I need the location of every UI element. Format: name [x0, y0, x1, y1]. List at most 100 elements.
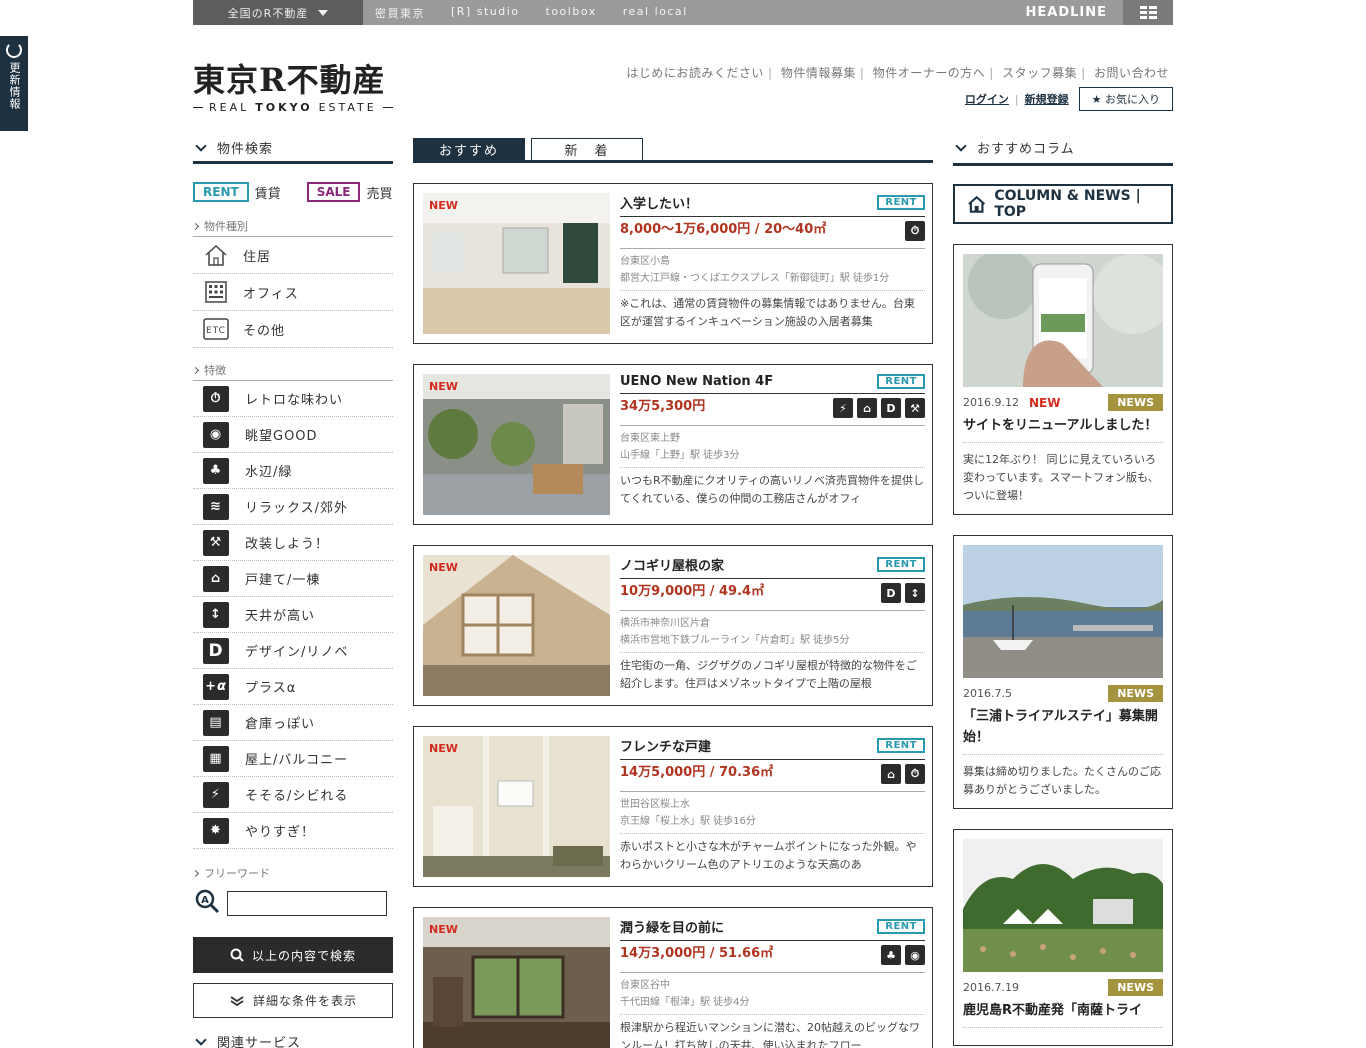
listing-list: NEW 入学したい！ RENT 8,000〜1万6,000円 / 20〜40㎡ … [413, 183, 933, 1048]
news-title[interactable]: 鹿児島R不動産発「南薩トライ [963, 1000, 1163, 1028]
news-date: 2016.7.5 [963, 687, 1012, 700]
listing-photo[interactable]: NEW [423, 555, 610, 696]
listing-description: 赤いポストと小さな木がチャームポイントになった外観。やわらかいクリーム色のアトリ… [620, 840, 917, 871]
headline-button[interactable]: HEADLINE [1026, 5, 1108, 20]
tree-icon: ♣ [203, 457, 229, 484]
feature-item-high-ceiling[interactable]: ↕ 天井が高い [193, 597, 393, 633]
listing-info: UENO New Nation 4F RENT 34万5,300円 ⚡ ⌂ D ⚒ 台… [620, 374, 925, 515]
news-card[interactable]: 2016.7.5 NEWS 「三浦トライアルステイ」募集開始！ 募集は締め切りま… [953, 535, 1173, 809]
news-body: 募集は締め切りました。たくさんのご応募ありがとうございました。 [963, 765, 1161, 796]
listing-title[interactable]: フレンチな戸建 [620, 736, 711, 755]
register-link[interactable]: 新規登録 [1025, 91, 1069, 107]
sale-toggle[interactable]: SALE [306, 182, 361, 202]
logo-jp: 東京R不動産 [193, 61, 386, 99]
new-badge: NEW [429, 380, 458, 393]
feature-item-green[interactable]: ♣ 水辺/緑 [193, 453, 393, 489]
search-sidebar: 物件検索 RENT 賃貸 SALE 売買 物件種別 住居 オフィス ETC その… [191, 138, 393, 1048]
sale-label: 売買 [366, 186, 393, 202]
news-badge: NEWS [1108, 394, 1163, 411]
listing-card[interactable]: NEW フレンチな戸建 RENT 14万5,000円 / 70.36㎡ ⌂ ⏱ 世… [413, 726, 933, 887]
feature-item-design[interactable]: D デザイン/リノベ [193, 633, 393, 669]
site-link-reallocal[interactable]: real local [623, 5, 688, 21]
building-icon [203, 279, 229, 305]
freeword-input[interactable] [227, 890, 387, 916]
site-link-rstudio[interactable]: [R] studio [451, 5, 520, 21]
news-image[interactable] [963, 545, 1163, 678]
feature-item-renovate[interactable]: ⚒ 改装しよう！ [193, 525, 393, 561]
news-badge: NEWS [1108, 979, 1163, 996]
header-link-recruit[interactable]: スタッフ募集 [1002, 66, 1077, 80]
rent-badge: RENT [877, 557, 925, 572]
tab-new[interactable]: 新 着 [531, 138, 643, 160]
eye-icon: ◉ [203, 421, 229, 448]
header-link-contact[interactable]: お問い合わせ [1094, 66, 1169, 80]
listing-card[interactable]: NEW 入学したい！ RENT 8,000〜1万6,000円 / 20〜40㎡ … [413, 183, 933, 344]
listing-photo[interactable]: NEW [423, 917, 610, 1048]
feature-item-plus[interactable]: +α プラスα [193, 669, 393, 705]
tab-recommended[interactable]: おすすめ [413, 138, 525, 160]
site-link-mitsubai[interactable]: 密買東京 [375, 5, 425, 21]
listing-photo[interactable]: NEW [423, 374, 610, 515]
listing-photo[interactable]: NEW [423, 193, 610, 334]
region-selector[interactable]: 全国のR不動産 [193, 0, 363, 25]
listing-card[interactable]: NEW 潤う緑を目の前に RENT 14万3,000円 / 51.66㎡ ♣ ◉ … [413, 907, 933, 1048]
grid-menu-icon[interactable] [1123, 0, 1173, 25]
feature-icons: ⌂ ⏱ [881, 764, 925, 784]
site-link-toolbox[interactable]: toolbox [546, 5, 597, 21]
rent-toggle[interactable]: RENT [193, 182, 249, 202]
feature-item-exciting[interactable]: ⚡ そそる/シビれる [193, 777, 393, 813]
update-info-tab[interactable]: 更新情報 [0, 36, 28, 131]
feature-item-house[interactable]: ⌂ 戸建て/一棟 [193, 561, 393, 597]
listing-station: 千代田線「根津」駅 徒歩4分 [620, 997, 750, 1008]
login-link[interactable]: ログイン [965, 91, 1009, 107]
design-d-icon: D [881, 583, 901, 603]
listing-location: 台東区東上野 山手線「上野」駅 徒歩3分 [620, 426, 925, 468]
news-title[interactable]: 「三浦トライアルステイ」募集開始！ [963, 706, 1163, 755]
type-item-other[interactable]: ETC その他 [193, 311, 393, 348]
update-info-label: 更新情報 [8, 62, 21, 110]
feature-item-relax[interactable]: ≋ リラックス/郊外 [193, 489, 393, 525]
related-services-title[interactable]: 関連サービス [193, 1032, 393, 1048]
listing-card[interactable]: NEW UENO New Nation 4F RENT 34万5,300円 ⚡ ⌂… [413, 364, 933, 525]
listing-title[interactable]: 潤う緑を目の前に [620, 917, 724, 936]
feature-item-retro[interactable]: ⏱ レトロな味わい [193, 381, 393, 417]
auth-row: ログイン | 新規登録 ★ お気に入り [965, 87, 1173, 111]
freeword-title: フリーワード [191, 865, 393, 883]
header-link-owner[interactable]: 物件オーナーの方へ [873, 66, 986, 80]
rent-sale-toggle: RENT 賃貸 SALE 売買 [193, 182, 393, 202]
chevron-down-icon [195, 139, 207, 152]
news-card[interactable]: 2016.7.19 NEWS 鹿児島R不動産発「南薩トライ [953, 829, 1173, 1046]
double-chevron-down-icon [230, 995, 244, 1006]
listing-description: ※これは、通常の賃貸物件の募集情報ではありません。台東区が運営するインキュベーシ… [620, 297, 915, 328]
listing-price: 8,000〜1万6,000円 / 20〜40㎡ [620, 222, 827, 237]
column-news-top-button[interactable]: COLUMN & NEWS | TOP [953, 184, 1173, 224]
news-title[interactable]: サイトをリニューアルしました！ [963, 415, 1163, 443]
header-link-intro[interactable]: はじめにお読みください [626, 66, 764, 80]
feature-section-title: 特徴 [191, 362, 393, 381]
listing-photo[interactable]: NEW [423, 736, 610, 877]
listing-title[interactable]: 入学したい！ [620, 193, 698, 212]
news-list: 2016.9.12 NEW NEWS サイトをリニューアルしました！ 実に12年… [953, 244, 1173, 1046]
listing-title[interactable]: UENO New Nation 4F [620, 374, 773, 389]
type-item-residence[interactable]: 住居 [193, 237, 393, 274]
site-logo[interactable]: 東京R不動産 REAL TOKYO ESTATE [193, 62, 398, 114]
news-image[interactable] [963, 249, 1173, 387]
feature-item-overdone[interactable]: ✸ やりすぎ！ [193, 813, 393, 849]
listing-location: 横浜市神奈川区片倉 横浜市営地下鉄ブルーライン「片倉町」駅 徒歩5分 [620, 611, 925, 653]
type-item-office[interactable]: オフィス [193, 274, 393, 311]
listing-card[interactable]: NEW ノコギリ屋根の家 RENT 10万9,000円 / 49.4㎡ D ↕ 横… [413, 545, 933, 706]
feature-icons: ⏱ [905, 221, 925, 241]
feature-item-warehouse[interactable]: ▤ 倉庫っぽい [193, 705, 393, 741]
search-submit-button[interactable]: 以上の内容で検索 [193, 937, 393, 973]
listing-tabs: おすすめ 新 着 [413, 138, 933, 163]
listing-title[interactable]: ノコギリ屋根の家 [620, 555, 724, 574]
feature-item-view[interactable]: ◉ 眺望GOOD [193, 417, 393, 453]
news-card[interactable]: 2016.9.12 NEW NEWS サイトをリニューアルしました！ 実に12年… [953, 244, 1173, 515]
feature-icons: ⚡ ⌂ D ⚒ [833, 398, 925, 418]
header-link-listing-request[interactable]: 物件情報募集 [781, 66, 856, 80]
news-image[interactable] [963, 839, 1163, 972]
detail-conditions-button[interactable]: 詳細な条件を表示 [193, 983, 393, 1018]
listing-info: 入学したい！ RENT 8,000〜1万6,000円 / 20〜40㎡ ⏱ 台東… [620, 193, 925, 334]
favorite-button[interactable]: ★ お気に入り [1078, 87, 1173, 111]
feature-item-rooftop[interactable]: ▦ 屋上/バルコニー [193, 741, 393, 777]
